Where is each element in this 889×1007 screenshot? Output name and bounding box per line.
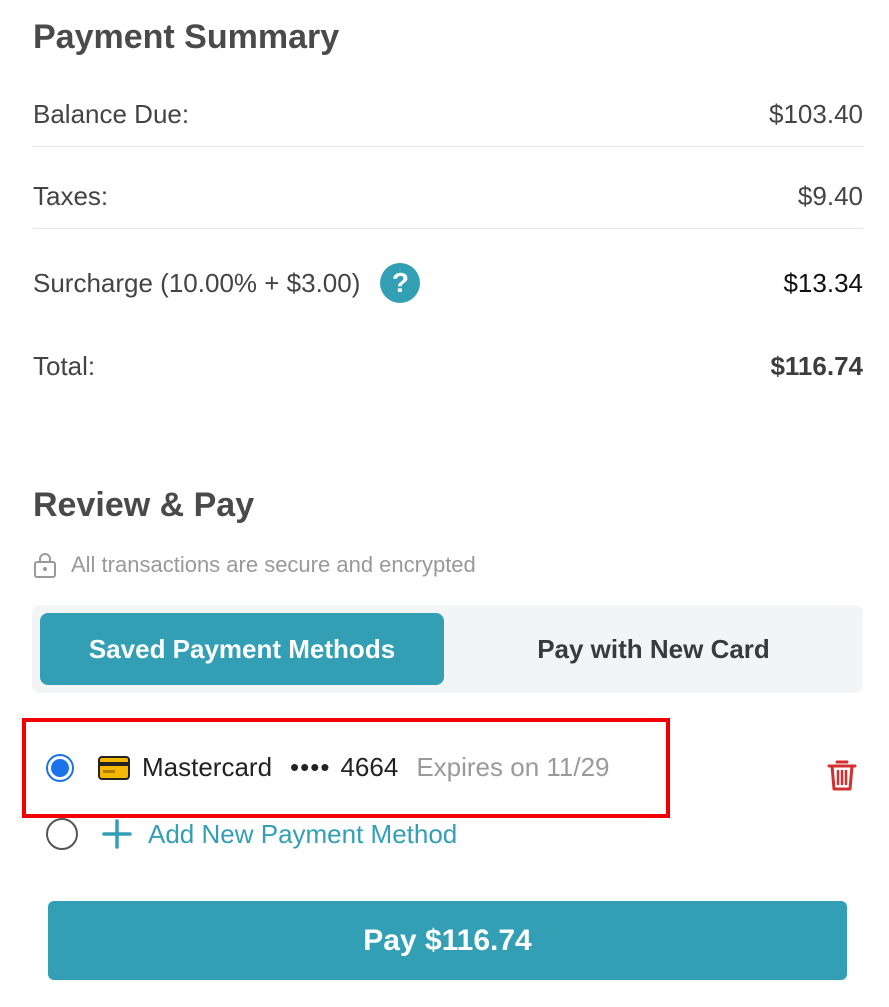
saved-method-row[interactable]: Mastercard •••• 4664 Expires on 11/29 (46, 752, 610, 783)
surcharge-label-group: Surcharge (10.00% + $3.00) ? (33, 263, 421, 303)
add-payment-method-label[interactable]: Add New Payment Method (148, 819, 457, 850)
card-last4: 4664 (340, 752, 399, 782)
secure-notice: All transactions are secure and encrypte… (33, 552, 476, 578)
radio-dot (51, 758, 69, 777)
surcharge-label: Surcharge (10.00% + $3.00) (33, 267, 361, 298)
card-masked-digits: •••• (290, 752, 331, 782)
payment-summary-title: Payment Summary (33, 18, 340, 56)
card-brand: Mastercard (142, 752, 273, 782)
card-expiry: Expires on 11/29 (416, 752, 610, 782)
add-method-radio[interactable] (46, 818, 78, 850)
taxes-value: $9.40 (797, 180, 863, 211)
taxes-row: Taxes: $9.40 (33, 176, 863, 229)
payment-tabs: Saved Payment Methods Pay with New Card (32, 605, 863, 693)
secure-notice-text: All transactions are secure and encrypte… (71, 552, 476, 577)
balance-due-row: Balance Due: $103.40 (33, 94, 863, 147)
add-payment-method-row[interactable]: Add New Payment Method (46, 818, 457, 850)
total-row: Total: $116.74 (33, 346, 863, 386)
total-value: $116.74 (770, 350, 863, 381)
plus-icon (102, 819, 132, 849)
review-pay-title: Review & Pay (33, 486, 255, 524)
question-circle-icon[interactable]: ? (380, 263, 421, 303)
lock-icon (34, 553, 56, 578)
total-label: Total: (33, 350, 96, 381)
surcharge-value: $13.34 (783, 267, 863, 298)
taxes-label: Taxes: (33, 180, 109, 211)
payment-page: Payment Summary Balance Due: $103.40 Tax… (0, 0, 889, 1007)
trash-icon[interactable] (826, 758, 858, 792)
tab-pay-with-new-card[interactable]: Pay with New Card (444, 613, 863, 685)
pay-button[interactable]: Pay $116.74 (48, 901, 847, 980)
balance-due-label: Balance Due: (33, 98, 190, 129)
balance-due-value: $103.40 (769, 98, 863, 129)
saved-method-radio[interactable] (46, 753, 74, 782)
surcharge-row: Surcharge (10.00% + $3.00) ? $13.34 (33, 263, 863, 303)
credit-card-icon (98, 755, 130, 780)
tab-saved-payment-methods[interactable]: Saved Payment Methods (40, 613, 444, 685)
